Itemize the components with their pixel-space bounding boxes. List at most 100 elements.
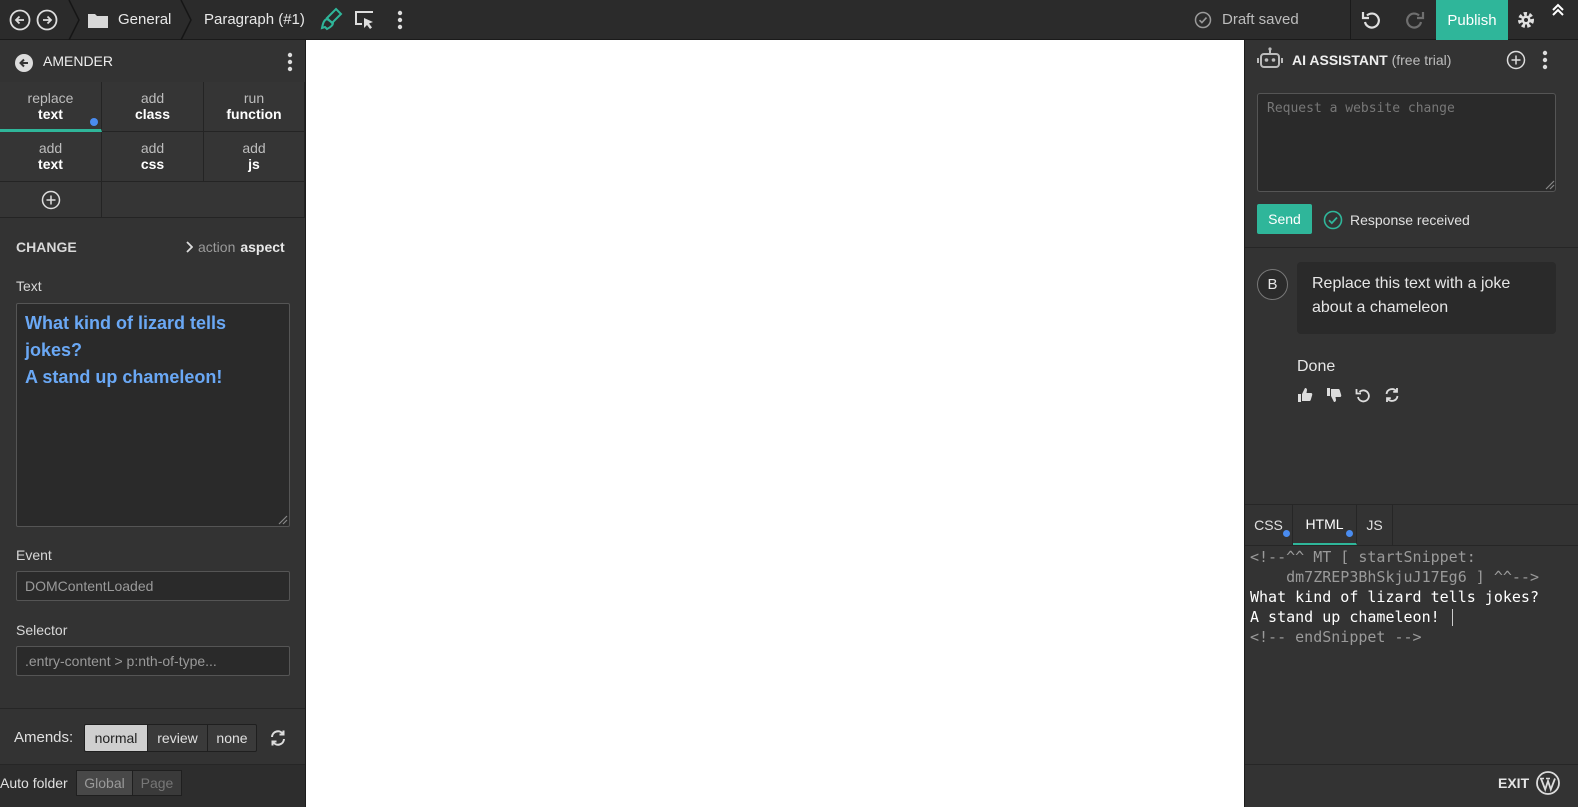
assistant-reply: Done — [1297, 358, 1336, 375]
action-add-class[interactable]: add class — [102, 82, 204, 132]
forward-arrow-icon[interactable] — [35, 8, 59, 32]
change-nav[interactable]: action aspect — [185, 239, 285, 255]
refresh-icon[interactable] — [267, 727, 289, 749]
action-add-js[interactable]: add js — [204, 132, 305, 182]
robot-icon — [1257, 46, 1283, 72]
divider — [1350, 0, 1351, 40]
collapse-chevron-icon[interactable] — [1546, 0, 1570, 20]
autofolder-page[interactable]: Page — [132, 770, 182, 796]
resize-handle-icon[interactable] — [1543, 178, 1555, 190]
publish-button[interactable]: Publish — [1436, 0, 1508, 40]
thumbs-up-icon[interactable] — [1295, 385, 1315, 405]
tab-js[interactable]: JS — [1357, 505, 1393, 545]
avatar: B — [1257, 269, 1288, 300]
divider — [0, 708, 305, 709]
action-line1: add — [140, 140, 165, 156]
action-line1: add — [140, 90, 165, 106]
selector-field[interactable]: .entry-content > p:nth-of-type... — [16, 646, 290, 676]
chevron-right-icon — [186, 241, 193, 253]
action-line1: add — [38, 140, 63, 156]
amends-normal[interactable]: normal — [84, 724, 148, 752]
nav-aspect[interactable]: aspect — [240, 239, 284, 255]
send-button[interactable]: Send — [1257, 204, 1312, 234]
divider — [1245, 247, 1578, 248]
code-line: <!-- endSnippet --> — [1250, 628, 1422, 646]
action-line2: class — [134, 106, 171, 122]
amends-label: Amends: — [14, 729, 74, 746]
redo-icon[interactable] — [1400, 6, 1428, 34]
selector-label: Selector — [16, 622, 68, 638]
action-line2: js — [248, 156, 260, 172]
modified-dot — [1283, 530, 1290, 537]
select-element-icon[interactable] — [352, 7, 378, 33]
action-replace-text[interactable]: replace text — [0, 82, 102, 132]
autofolder-global[interactable]: Global — [76, 770, 133, 796]
action-line1: replace — [27, 90, 74, 106]
amender-panel: AMENDER replace text add class run funct… — [0, 40, 306, 807]
assistant-title: AI ASSISTANT (free trial) — [1292, 52, 1451, 68]
response-status: Response received — [1350, 212, 1470, 228]
brush-icon[interactable] — [318, 6, 344, 34]
tab-css[interactable]: CSS — [1245, 505, 1293, 545]
code-line: What kind of lizard tells jokes? — [1250, 588, 1539, 606]
tab-js-label: JS — [1366, 517, 1383, 533]
more-options-icon[interactable] — [390, 8, 410, 32]
resize-handle-icon[interactable] — [276, 513, 288, 525]
text-editor[interactable]: What kind of lizard tells jokes? A stand… — [16, 303, 290, 527]
check-circle-icon — [1193, 10, 1213, 30]
panel-title: AMENDER — [43, 53, 114, 69]
code-line: A stand up chameleon! — [1250, 608, 1440, 626]
back-circle-icon[interactable] — [13, 52, 35, 74]
new-chat-plus-icon[interactable] — [1504, 48, 1528, 72]
gear-icon[interactable] — [1512, 6, 1540, 34]
tab-css-label: CSS — [1254, 517, 1283, 533]
request-input[interactable]: Request a website change — [1257, 93, 1556, 192]
action-line2: text — [38, 156, 63, 172]
thumbs-down-icon[interactable] — [1324, 385, 1344, 405]
top-toolbar: General Paragraph (#1) Draft saved Publi… — [0, 0, 1578, 40]
regenerate-icon[interactable] — [1382, 385, 1402, 405]
change-heading: CHANGE — [16, 239, 77, 255]
panel-menu-icon[interactable] — [280, 50, 300, 74]
folder-icon[interactable] — [86, 9, 110, 31]
assistant-menu-icon[interactable] — [1535, 48, 1555, 72]
undo-icon[interactable] — [1358, 6, 1386, 34]
tab-html[interactable]: HTML — [1293, 505, 1357, 545]
assistant-panel: AI ASSISTANT (free trial) Request a webs… — [1244, 40, 1578, 807]
breadcrumb-folder[interactable]: General — [118, 11, 171, 28]
text-label: Text — [16, 278, 42, 294]
action-line1: run — [243, 90, 265, 106]
user-message: Replace this text with a joke about a ch… — [1297, 262, 1556, 334]
action-line2: function — [226, 106, 282, 122]
breadcrumb-element[interactable]: Paragraph (#1) — [204, 11, 305, 28]
wordpress-icon[interactable] — [1535, 770, 1561, 796]
back-arrow-icon[interactable] — [8, 8, 32, 32]
plus-circle-icon — [41, 190, 60, 209]
action-line2: css — [140, 156, 165, 172]
action-add-text[interactable]: add text — [0, 132, 102, 182]
action-line2: text — [38, 106, 63, 122]
amends-none[interactable]: none — [207, 724, 257, 752]
event-field[interactable]: DOMContentLoaded — [16, 571, 290, 601]
code-line: dm7ZREP3BhSkjuJ17Eg6 ] ^^--> — [1250, 568, 1539, 586]
divider — [1245, 764, 1578, 765]
amends-review[interactable]: review — [147, 724, 208, 752]
breadcrumb-separator — [68, 0, 80, 40]
action-add-css[interactable]: add css — [102, 132, 204, 182]
text-cursor — [1452, 609, 1453, 626]
breadcrumb-separator — [180, 0, 192, 40]
assistant-title-text: AI ASSISTANT — [1292, 52, 1388, 68]
nav-action[interactable]: action — [198, 239, 235, 255]
page-canvas[interactable] — [306, 40, 1244, 807]
code-editor[interactable]: <!--^^ MT [ startSnippet: dm7ZREP3BhSkju… — [1245, 546, 1578, 764]
exit-button[interactable]: EXIT — [1498, 775, 1529, 791]
autofolder-label: Auto folder — [0, 775, 68, 791]
event-label: Event — [16, 547, 52, 563]
undo-icon[interactable] — [1353, 385, 1373, 405]
check-circle-icon — [1323, 210, 1343, 230]
draft-status: Draft saved — [1222, 11, 1299, 28]
tab-html-label: HTML — [1305, 516, 1344, 532]
active-dot — [90, 118, 98, 126]
add-action-button[interactable] — [0, 182, 102, 218]
action-run-function[interactable]: run function — [204, 82, 305, 132]
